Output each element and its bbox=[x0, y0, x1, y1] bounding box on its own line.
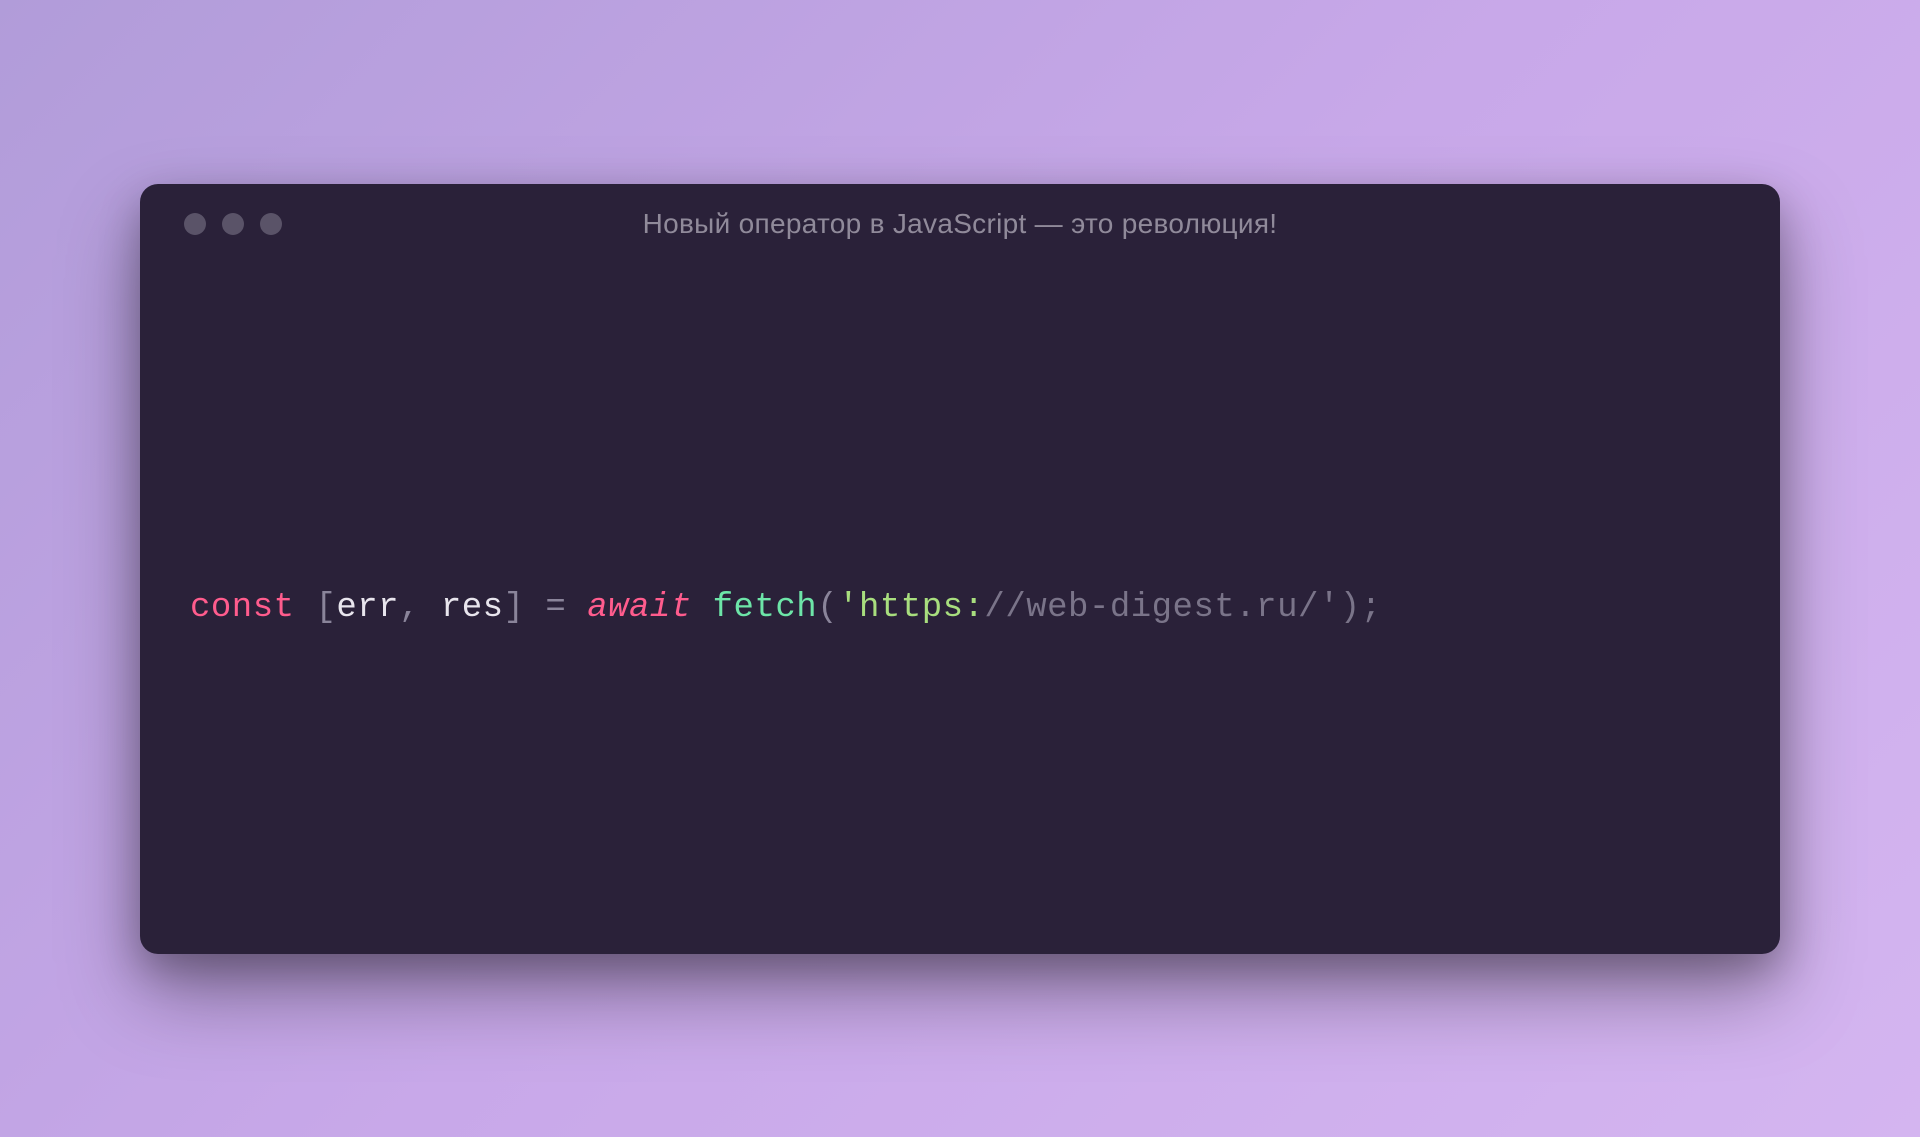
identifier-res: res bbox=[441, 589, 504, 627]
comma: , bbox=[399, 589, 420, 627]
bracket-open: [ bbox=[315, 589, 336, 627]
window-controls bbox=[184, 213, 282, 235]
bracket-close: ] bbox=[504, 589, 525, 627]
keyword-await: await bbox=[587, 589, 692, 627]
string-protocol: https: bbox=[859, 589, 984, 627]
code-window: Новый оператор в JavaScript — это револю… bbox=[140, 184, 1780, 954]
code-editor[interactable]: const [err, res] = await fetch('https://… bbox=[140, 264, 1780, 954]
equals-operator: = bbox=[545, 589, 566, 627]
string-quote-close: ' bbox=[1319, 589, 1340, 627]
string-url-rest: //web-digest.ru/ bbox=[984, 589, 1318, 627]
code-line: const [err, res] = await fetch('https://… bbox=[190, 583, 1382, 634]
minimize-button[interactable] bbox=[222, 213, 244, 235]
string-quote-open: ' bbox=[838, 589, 859, 627]
paren-open: ( bbox=[817, 589, 838, 627]
identifier-err: err bbox=[336, 589, 399, 627]
semicolon: ; bbox=[1361, 589, 1382, 627]
close-button[interactable] bbox=[184, 213, 206, 235]
window-title: Новый оператор в JavaScript — это револю… bbox=[180, 208, 1740, 240]
keyword-const: const bbox=[190, 589, 295, 627]
function-fetch: fetch bbox=[713, 589, 818, 627]
paren-close: ) bbox=[1340, 589, 1361, 627]
maximize-button[interactable] bbox=[260, 213, 282, 235]
window-titlebar: Новый оператор в JavaScript — это револю… bbox=[140, 184, 1780, 264]
